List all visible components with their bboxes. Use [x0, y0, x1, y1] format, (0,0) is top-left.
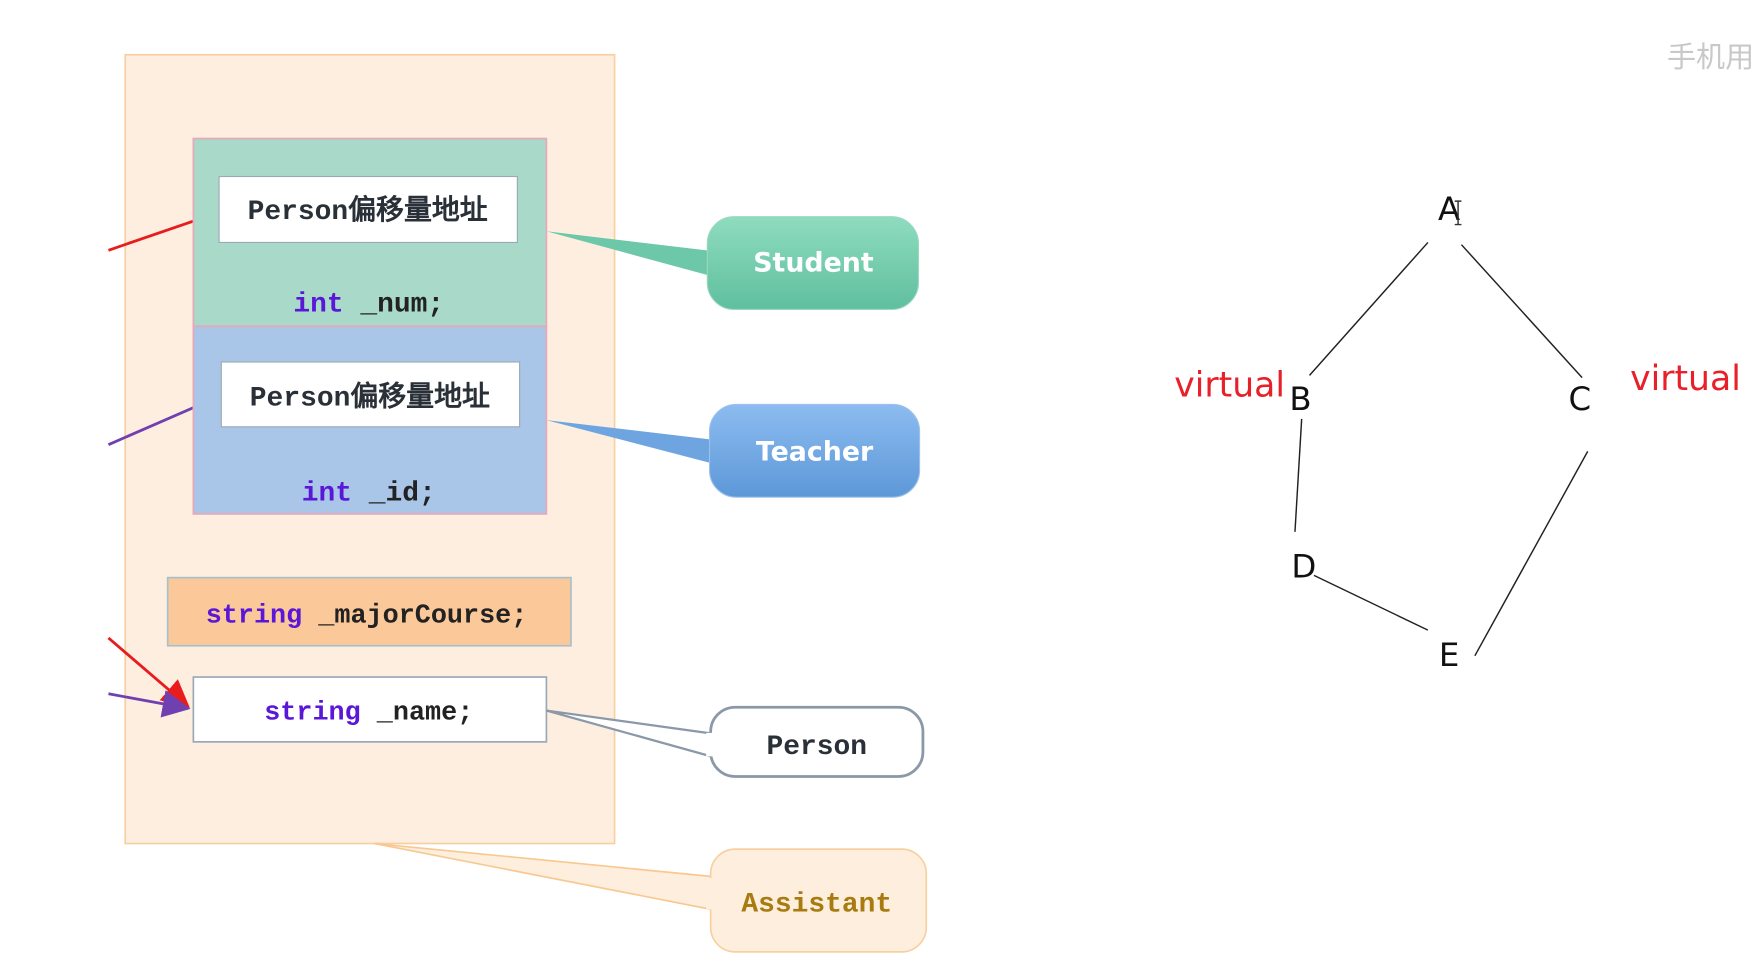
major-course-name: _majorCourse; [302, 601, 527, 631]
teacher-member-name: _id; [352, 479, 436, 510]
teacher-member: int _id; [302, 479, 436, 510]
teacher-member-type: int [302, 479, 352, 510]
virtual-label-b: virtual [1174, 366, 1285, 406]
watermark-text: 手机用 [1667, 40, 1752, 74]
edge-a-c [1460, 244, 1583, 379]
assistant-callout-label: Assistant [741, 890, 892, 921]
person-name-name: _name; [361, 699, 474, 729]
inheritance-graph [1294, 241, 1589, 657]
person-name-type: string [264, 699, 361, 729]
major-course-type: string [206, 601, 303, 631]
student-member: int _num; [293, 290, 444, 321]
student-offset-label: Person偏移量地址 [248, 194, 488, 228]
assistant-callout-tail [374, 842, 719, 912]
diagram-canvas: 手机用 Person偏移量地址 int _num; Person偏移量地址 in… [107, 40, 1752, 953]
node-a: A [1438, 190, 1460, 228]
virtual-label-c: virtual [1630, 359, 1741, 399]
student-member-name: _num; [344, 290, 445, 321]
major-course-member: string _majorCourse; [206, 601, 528, 631]
node-c: C [1569, 380, 1592, 418]
teacher-callout-label: Teacher [756, 436, 874, 467]
edge-a-b [1308, 241, 1429, 376]
person-callout-tail-mask [706, 732, 718, 757]
edge-c-e [1474, 451, 1589, 657]
person-callout-label: Person [767, 732, 868, 763]
student-callout-label: Student [753, 247, 874, 278]
node-b: B [1289, 380, 1311, 418]
teacher-offset-label: Person偏移量地址 [250, 381, 490, 415]
student-member-type: int [293, 290, 343, 321]
edge-b-d [1294, 418, 1303, 532]
node-d: D [1291, 548, 1316, 586]
node-e: E [1439, 636, 1459, 674]
edge-d-e [1313, 574, 1429, 631]
person-name-member: string _name; [264, 699, 473, 729]
assistant-callout-tail-mask [706, 878, 718, 910]
